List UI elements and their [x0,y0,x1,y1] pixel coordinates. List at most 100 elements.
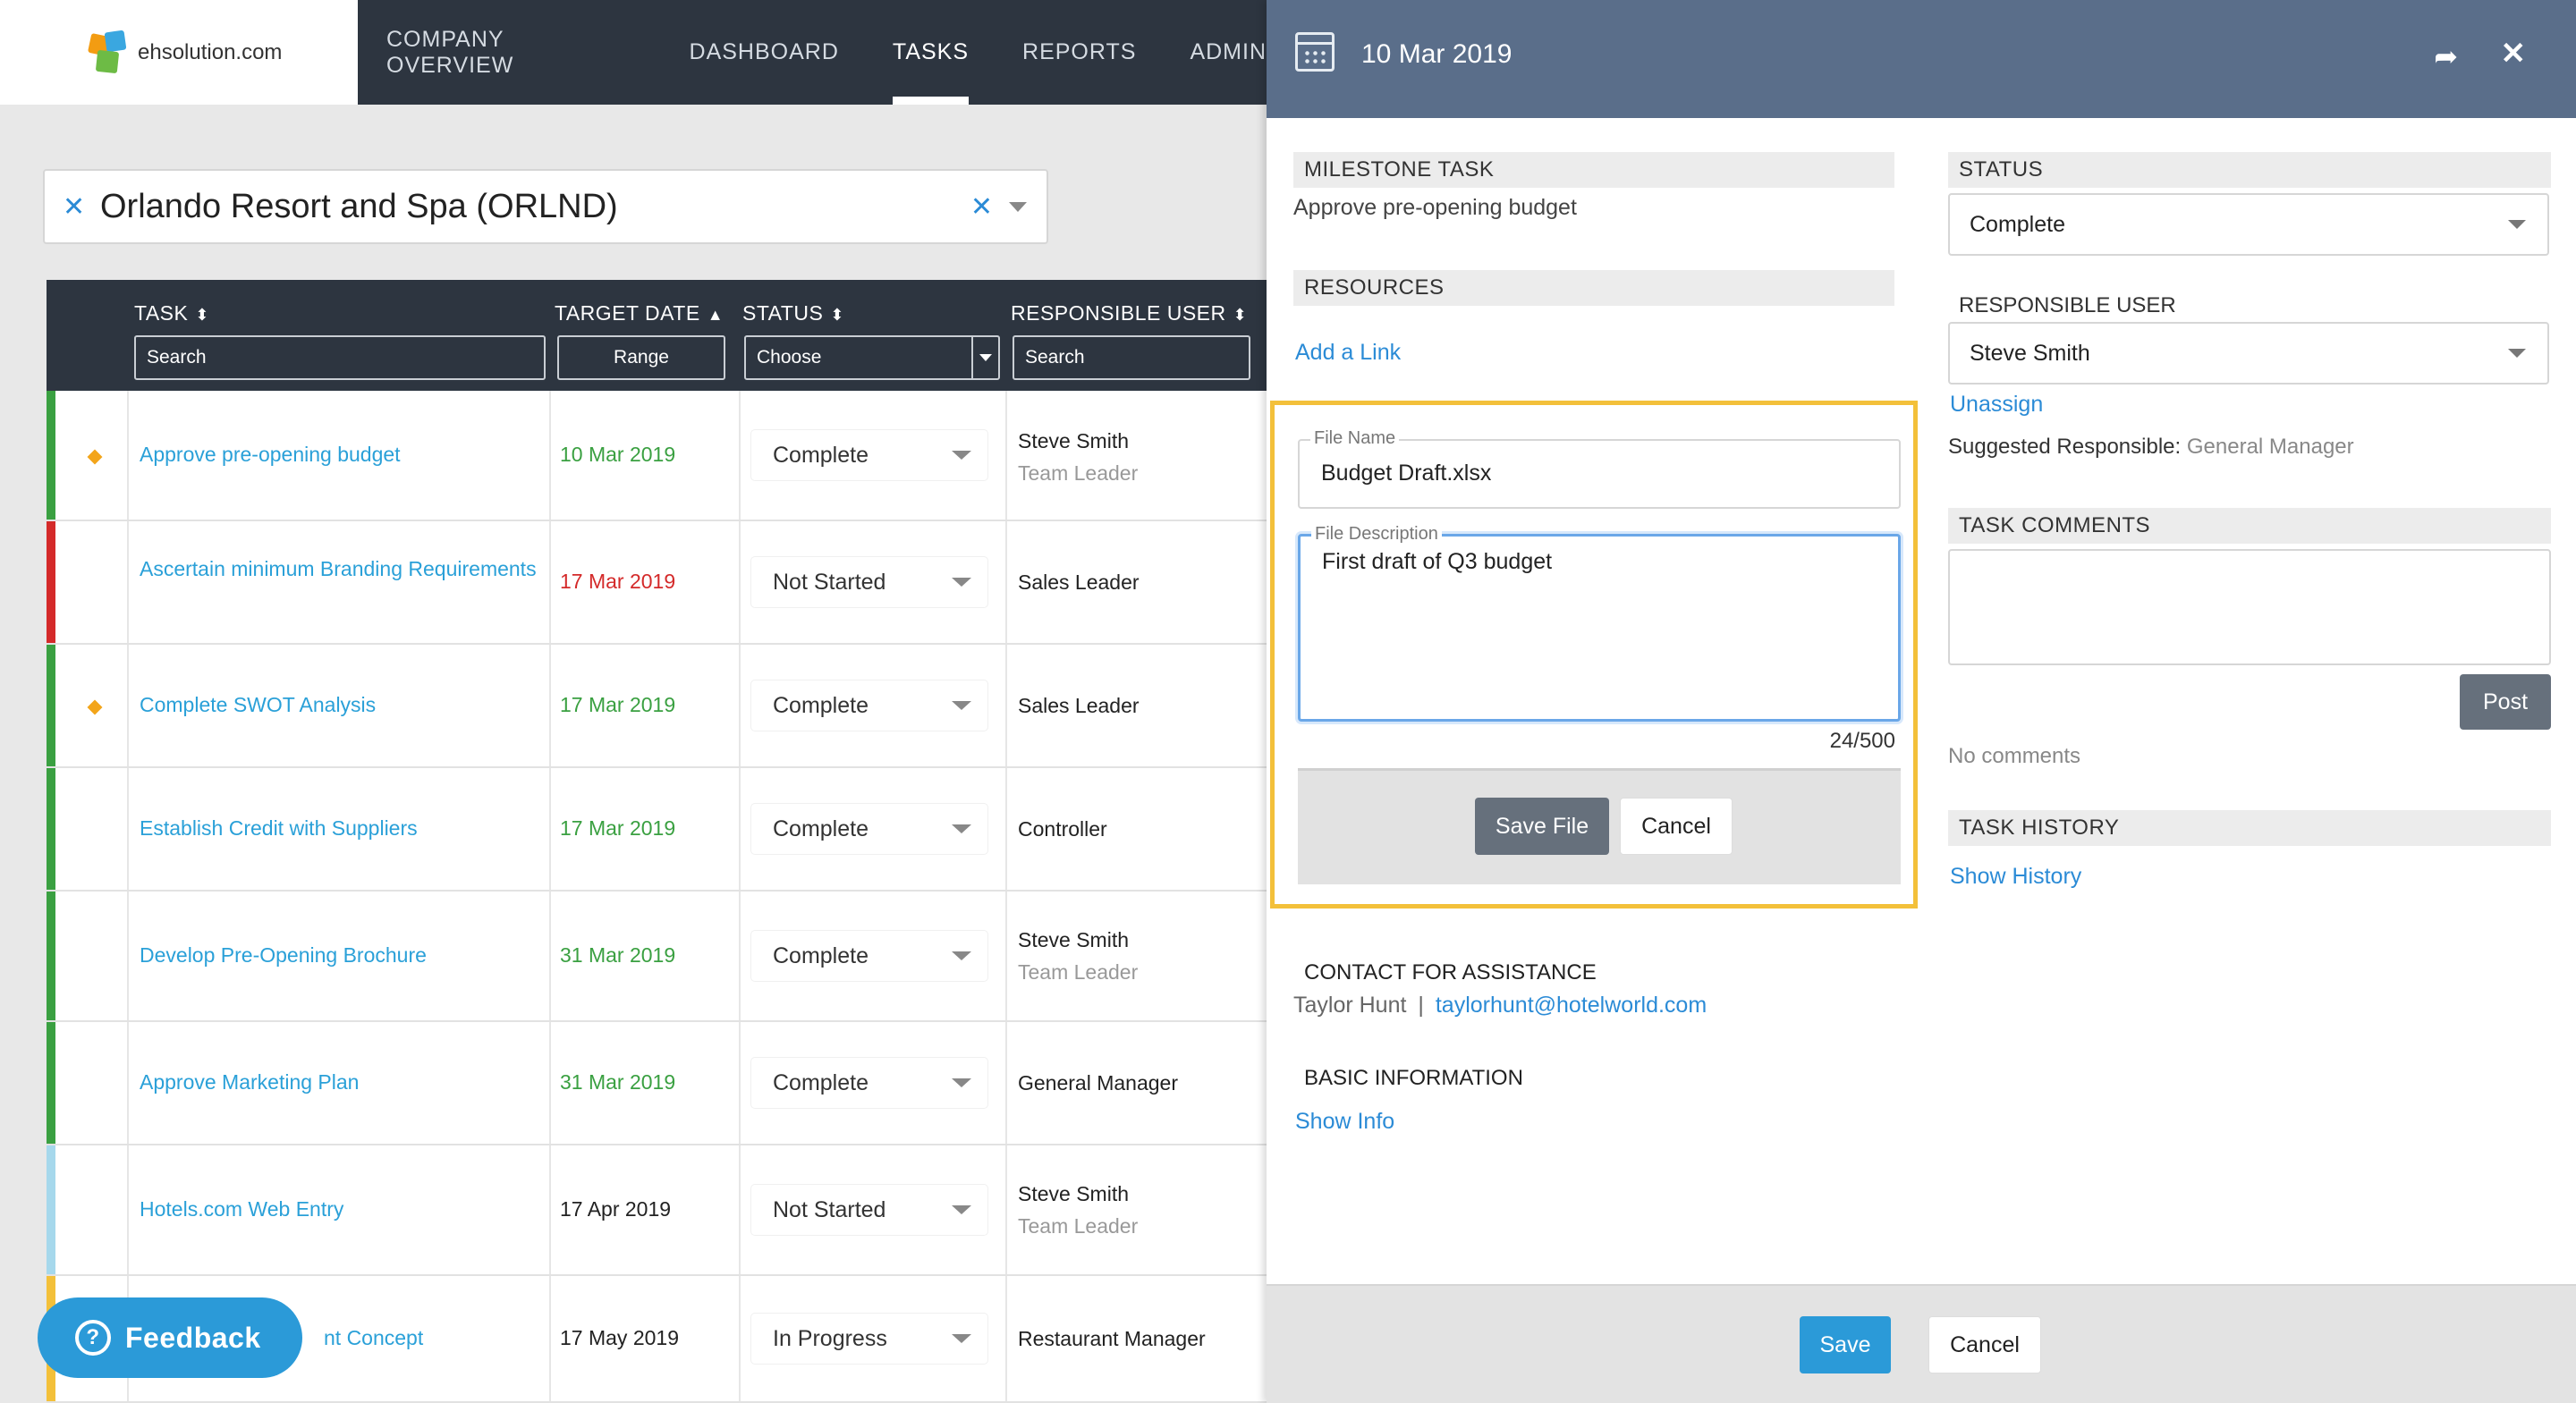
date-range-filter[interactable]: Range [557,335,725,380]
add-link-button[interactable]: Add a Link [1295,340,1401,366]
responsible-user: Steve Smith Team Leader [1018,928,1139,984]
status-select[interactable]: Complete [1948,193,2549,256]
task-link[interactable]: Hotels.com Web Entry [140,1197,343,1221]
table-row[interactable]: Ascertain minimum Branding Requirements … [47,521,1267,645]
status-choose-filter[interactable]: Choose [744,335,1000,380]
character-count: 24/500 [1829,729,1895,753]
file-form-actions: Save File Cancel [1298,768,1901,884]
status-dropdown[interactable]: Complete [751,804,987,854]
contact-email-link[interactable]: taylorhunt@hotelworld.com [1436,993,1707,1018]
status-dropdown[interactable]: Complete [751,1058,987,1108]
header-responsible-user[interactable]: RESPONSIBLE USER ⬍ [1011,301,1247,325]
task-history-section-title: TASK HISTORY [1948,810,2551,846]
table-row[interactable]: Approve pre-opening budget 10 Mar 2019 C… [47,391,1267,521]
unassign-link[interactable]: Unassign [1950,392,2043,418]
question-icon: ? [75,1320,111,1356]
sort-icon: ⬍ [830,306,844,324]
nav-company-overview[interactable]: COMPANY OVERVIEW [386,0,636,105]
clear-location-icon[interactable]: ✕ [970,191,993,223]
comment-input[interactable] [1948,549,2551,665]
target-date: 10 Mar 2019 [560,443,676,466]
nav-reports[interactable]: REPORTS [1022,0,1136,105]
chevron-down-icon [952,1078,971,1087]
post-comment-button[interactable]: Post [2460,674,2551,730]
table-row[interactable]: Complete SWOT Analysis 17 Mar 2019 Compl… [47,645,1267,768]
panel-header: 10 Mar 2019 ➦ ✕ [1267,0,2576,118]
responsible-user: Steve Smith Team Leader [1018,1182,1139,1238]
no-comments-text: No comments [1948,744,2081,768]
task-link[interactable]: Approve pre-opening budget [140,443,401,467]
basic-info-section-title: BASIC INFORMATION [1304,1066,1523,1090]
target-date: 17 Mar 2019 [560,693,676,716]
responsible-user: Sales Leader [1018,570,1140,594]
table-row[interactable]: Approve Marketing Plan 31 Mar 2019 Compl… [47,1022,1267,1145]
cancel-button[interactable]: Cancel [1928,1316,2041,1373]
share-icon[interactable]: ➦ [2434,39,2458,73]
chevron-down-icon [952,451,971,460]
task-search-filter[interactable]: Search [134,335,546,380]
nav-tasks[interactable]: TASKS [892,0,970,105]
table-row[interactable]: Establish Credit with Suppliers 17 Mar 2… [47,768,1267,892]
task-link[interactable]: Develop Pre-Opening Brochure [140,943,427,968]
main-content: ✕ Orlando Resort and Spa (ORLND) ✕ TASK ⬍… [0,105,1267,1403]
chevron-down-icon [952,1334,971,1343]
file-description-value: First draft of Q3 budget [1322,549,1553,574]
target-date: 31 Mar 2019 [560,1070,676,1094]
status-dropdown[interactable]: In Progress [751,1314,987,1364]
chevron-down-icon [2508,220,2526,229]
responsible-search-filter[interactable]: Search [1013,335,1250,380]
status-dropdown[interactable]: Complete [751,680,987,731]
location-select[interactable]: ✕ Orlando Resort and Spa (ORLND) ✕ [43,169,1048,244]
header-target-date[interactable]: TARGET DATE ▲ [555,301,724,325]
chevron-down-icon [952,701,971,710]
save-file-button[interactable]: Save File [1475,798,1609,855]
target-date: 17 Apr 2019 [560,1197,672,1221]
cancel-file-button[interactable]: Cancel [1620,798,1733,855]
responsible-user: General Manager [1018,1071,1178,1095]
file-upload-form: File Name Budget Draft.xlsx File Descrip… [1270,401,1918,909]
task-link[interactable]: Establish Credit with Suppliers [140,816,418,841]
file-name-field[interactable]: File Name Budget Draft.xlsx [1298,428,1901,509]
feedback-label: Feedback [125,1321,261,1354]
save-button[interactable]: Save [1800,1316,1891,1373]
show-info-link[interactable]: Show Info [1295,1109,1394,1135]
table-row[interactable]: Hotels.com Web Entry 17 Apr 2019 Not Sta… [47,1145,1267,1276]
milestone-section-title: MILESTONE TASK [1293,152,1894,188]
status-dropdown[interactable]: Complete [751,931,987,981]
status-select-value: Complete [1970,211,2065,237]
responsible-user-select[interactable]: Steve Smith [1948,322,2549,385]
table-header: TASK ⬍ TARGET DATE ▲ STATUS ⬍ RESPONSIBLE U… [47,280,1267,391]
nav-admin[interactable]: ADMIN [1190,0,1267,105]
task-link[interactable]: Ascertain minimum Branding Requirements [140,557,537,581]
table-row[interactable]: Develop Pre-Opening Brochure 31 Mar 2019… [47,892,1267,1022]
task-link[interactable]: Complete SWOT Analysis [140,693,376,717]
chevron-down-icon[interactable] [1009,201,1027,212]
show-history-link[interactable]: Show History [1950,864,2081,890]
sort-icon: ⬍ [1233,306,1248,324]
status-dropdown[interactable]: Not Started [751,1185,987,1235]
contact-section-title: CONTACT FOR ASSISTANCE [1304,960,1597,985]
responsible-user: Restaurant Manager [1018,1327,1206,1350]
panel-date: 10 Mar 2019 [1361,39,1513,69]
chevron-down-icon [952,1205,971,1214]
status-dropdown[interactable]: Complete [751,430,987,480]
feedback-button[interactable]: ? Feedback [38,1297,302,1378]
header-status[interactable]: STATUS ⬍ [742,301,844,325]
header-task[interactable]: TASK ⬍ [134,301,209,325]
responsible-user: Steve Smith Team Leader [1018,429,1139,485]
file-description-field[interactable]: File Description First draft of Q3 budge… [1298,524,1901,722]
status-dropdown[interactable]: Not Started [751,557,987,607]
nav-dashboard[interactable]: DASHBOARD [690,0,839,105]
target-date: 17 Mar 2019 [560,816,676,840]
task-link[interactable]: nt Concept [324,1326,423,1350]
remove-location-icon[interactable]: ✕ [63,191,89,223]
task-link[interactable]: Approve Marketing Plan [140,1070,359,1095]
location-value: Orlando Resort and Spa (ORLND) [100,187,618,225]
panel-footer: Save Cancel [1267,1284,2576,1403]
file-name-value: Budget Draft.xlsx [1321,461,1492,486]
chevron-down-icon[interactable] [971,337,998,378]
brand-logo[interactable]: ehsolution.com [0,0,358,105]
file-description-label: File Description [1311,524,1442,545]
logo-text: ehsolution.com [138,39,283,64]
close-icon[interactable]: ✕ [2501,36,2527,72]
